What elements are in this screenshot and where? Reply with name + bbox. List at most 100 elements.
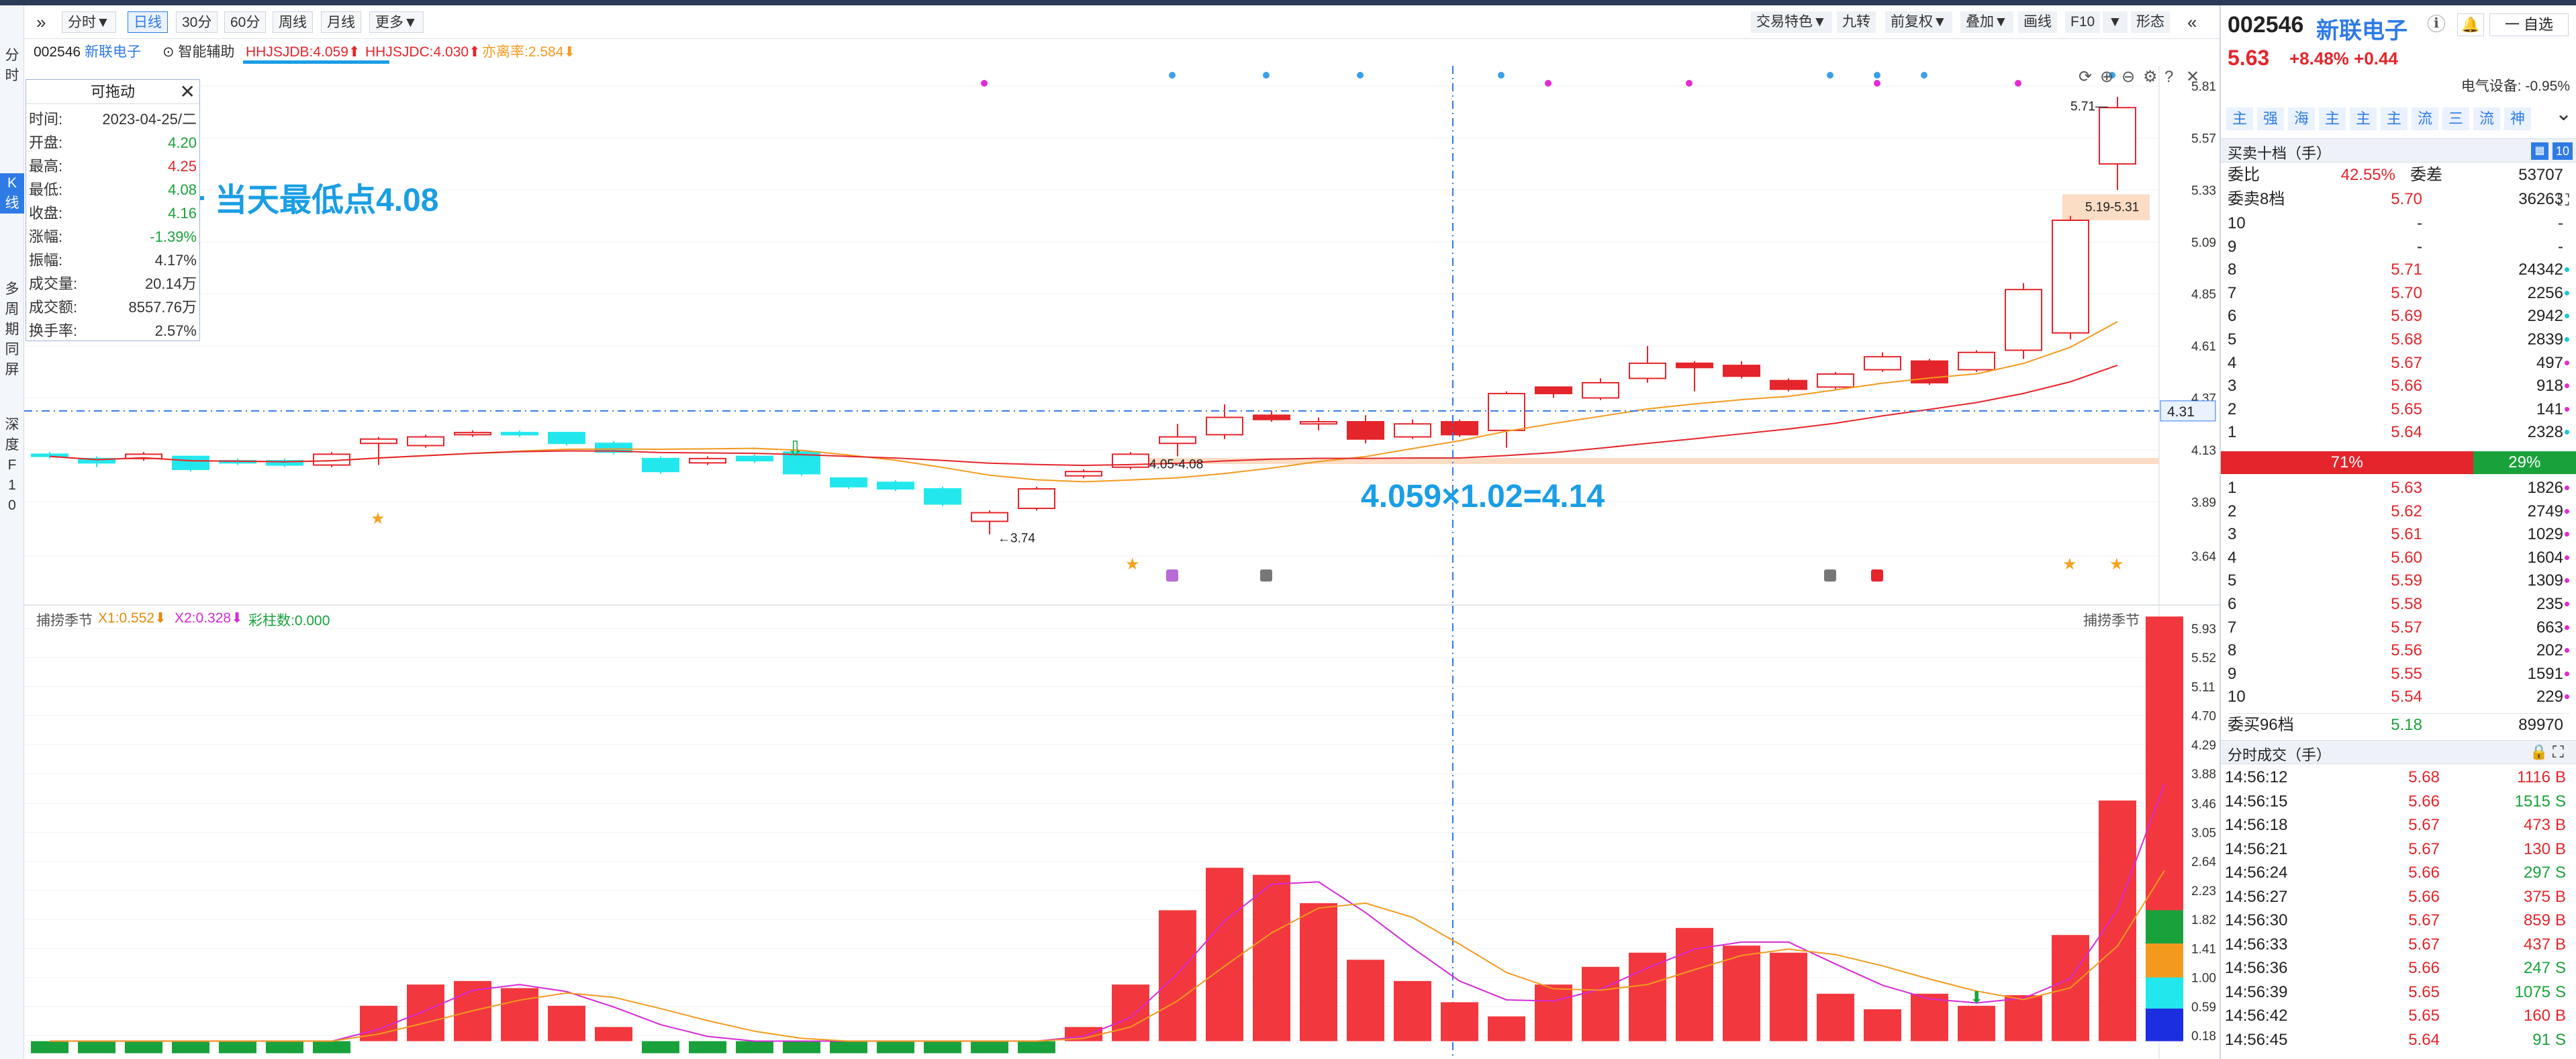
tool-trade-features[interactable]: 交易特色▼ xyxy=(1751,11,1832,33)
band-label: 5.19-5.31 xyxy=(2085,201,2139,215)
period-60m[interactable]: 60分 xyxy=(224,11,267,33)
weibi-value: 42.55% xyxy=(2340,166,2395,184)
buy-volume: 1591 xyxy=(2527,664,2563,683)
candle xyxy=(1300,417,1337,430)
chevron-down-icon[interactable]: ⌄ xyxy=(2555,102,2572,126)
rp-sector[interactable]: 电气设备: -0.95% xyxy=(2422,75,2570,95)
trade-side: B xyxy=(2555,1007,2567,1025)
signal-dot xyxy=(1686,80,1692,87)
buy-price: 5.54 xyxy=(2391,688,2422,706)
buy-price: 5.63 xyxy=(2391,479,2422,497)
sidebar-item-kline[interactable]: K 线 xyxy=(0,173,24,214)
period-day[interactable]: 日线 xyxy=(128,11,168,33)
indicator-bar xyxy=(1535,984,1572,1042)
collapse-icon[interactable]: » xyxy=(31,11,51,33)
lock-icon[interactable]: 🔒 xyxy=(2530,743,2548,761)
ratio-buy: 71% xyxy=(2221,451,2473,474)
tool-draw[interactable]: 画线 xyxy=(2018,11,2057,33)
y-tick-label: 4.13 xyxy=(2191,444,2216,458)
trade-time: 14:56:18 xyxy=(2225,816,2288,834)
trade-row: 14:56:21 5.67 130 B xyxy=(2225,837,2571,861)
period-more[interactable]: 更多▼ xyxy=(369,11,424,33)
sell-row: 4 5.67 497 xyxy=(2228,352,2570,375)
candle xyxy=(1206,404,1243,439)
rp-tag[interactable]: 海 xyxy=(2288,107,2315,130)
add-watchlist-button[interactable]: 一 自选 xyxy=(2489,13,2569,36)
indicator-bar xyxy=(1394,980,1431,1042)
indicator-bar xyxy=(1112,984,1149,1042)
candle-body xyxy=(2052,220,2089,334)
buy-volume: 663 xyxy=(2536,618,2563,637)
rp-tag[interactable]: 主 xyxy=(2226,107,2253,130)
period-week[interactable]: 周线 xyxy=(273,11,313,33)
popup-row-label: 最高: xyxy=(29,158,63,175)
tool-jiuzhuan[interactable]: 九转 xyxy=(1837,11,1876,33)
rp-tag[interactable]: 主 xyxy=(2319,107,2346,130)
trade-row: 14:56:39 5.65 1075 S xyxy=(2225,980,2571,1004)
orderbook-header: 买卖十档（手） ▦ 10 xyxy=(2221,138,2576,163)
trade-side: B xyxy=(2555,911,2567,929)
kline-chart[interactable]: 5.815.575.335.094.854.614.374.133.893.64… xyxy=(24,66,2220,604)
bell-icon[interactable]: 🔔 xyxy=(2457,13,2484,36)
candle-body xyxy=(1770,379,1807,390)
close-icon[interactable]: ✕ xyxy=(180,81,195,103)
trade-row: 14:56:18 5.67 473 B xyxy=(2225,813,2571,837)
rp-tag[interactable]: 神 xyxy=(2504,107,2531,130)
sidebar-item-multi-period[interactable]: 多 周 期 同 屏 xyxy=(0,279,24,380)
indicator-hhjsjdb: HHJSJDB:4.059⬆ xyxy=(246,44,361,60)
rp-tag[interactable]: 主 xyxy=(2350,107,2377,130)
buy-sell-ratio-bar: 71% 29% xyxy=(2221,451,2576,474)
tool-f10[interactable]: F10 xyxy=(2065,11,2101,33)
info-icon[interactable]: ℹ xyxy=(2428,15,2445,32)
smart-assist-toggle[interactable]: ⊙ 智能辅助 xyxy=(162,43,234,62)
sidebar-item-fenshi[interactable]: 分 时 xyxy=(0,46,24,86)
period-fenshi[interactable]: 分时▼ xyxy=(62,11,116,33)
grid-icon[interactable]: ▦ xyxy=(2531,142,2548,160)
trade-row: 14:56:15 5.66 1515 S xyxy=(2225,790,2571,813)
sell-volume: - xyxy=(2558,237,2563,256)
settings-icon[interactable]: ⚙ xyxy=(2143,68,2158,86)
expand-square-icon[interactable]: ⛶ xyxy=(2553,743,2564,762)
y-tick-label: 5.52 xyxy=(2191,651,2216,665)
trade-time: 14:56:33 xyxy=(2225,935,2288,954)
buy-level: 8 xyxy=(2228,641,2237,660)
popup-row: 最低: 4.08 xyxy=(29,179,197,201)
buy-dot xyxy=(2565,555,2569,560)
trade-price: 5.65 xyxy=(2408,982,2440,1001)
popup-title[interactable]: 可拖动 xyxy=(26,80,199,104)
plus-icon[interactable]: ⊕ xyxy=(2100,68,2113,86)
refresh-icon[interactable]: ⟳ xyxy=(2079,68,2092,86)
rp-tag[interactable]: 主 xyxy=(2381,107,2407,130)
rp-tag[interactable]: 流 xyxy=(2473,107,2500,130)
tool-overlay[interactable]: 叠加▼ xyxy=(1960,11,2013,33)
period-month[interactable]: 月线 xyxy=(321,11,361,33)
expand-square-icon[interactable]: ⛶ xyxy=(2558,189,2569,212)
expand-icon[interactable]: « xyxy=(2182,11,2202,33)
tool-f10-dropdown[interactable]: ▼ xyxy=(2103,11,2128,33)
buy-row: 9 5.55 1591 xyxy=(2228,663,2570,686)
candle xyxy=(1770,378,1807,392)
minus-icon[interactable]: ⊖ xyxy=(2121,68,2135,86)
rp-tag[interactable]: 强 xyxy=(2257,107,2284,130)
tool-adjust[interactable]: 前复权▼ xyxy=(1885,11,1952,33)
popup-row-label: 涨幅: xyxy=(29,228,63,245)
trade-price: 5.64 xyxy=(2408,1030,2440,1049)
sidebar-item-depth-f10[interactable]: 深 度 F 1 0 xyxy=(0,415,24,516)
orderbook-level[interactable]: 10 xyxy=(2553,142,2573,160)
buy-row: 8 5.56 202 xyxy=(2228,639,2570,662)
indicator-chart[interactable]: 5.93 5.52 5.11 4.70 4.29 3.88 3.46 3.05 2.64 2.23… xyxy=(24,606,2220,1059)
close-icon[interactable]: ✕ xyxy=(2186,68,2199,86)
rp-stock-code: 002546 xyxy=(2228,12,2304,38)
help-icon[interactable]: ? xyxy=(2164,68,2173,86)
tool-pattern[interactable]: 形态 xyxy=(2131,11,2170,33)
buy-price: 5.61 xyxy=(2391,525,2422,544)
candle-body xyxy=(642,457,679,473)
trade-side: S xyxy=(2555,792,2567,811)
period-30m[interactable]: 30分 xyxy=(176,11,218,33)
rp-tag[interactable]: 流 xyxy=(2412,107,2438,130)
sell-total-price: 5.70 xyxy=(2391,190,2422,208)
kline-detail-popup[interactable]: 可拖动 ✕ 时间: 2023-04-25/二 开盘: 4.20 最高: 4.25 最低: 4.… xyxy=(26,79,200,341)
candle xyxy=(1159,424,1196,457)
rp-tag[interactable]: 三 xyxy=(2442,107,2469,130)
trade-price: 5.67 xyxy=(2408,816,2440,834)
